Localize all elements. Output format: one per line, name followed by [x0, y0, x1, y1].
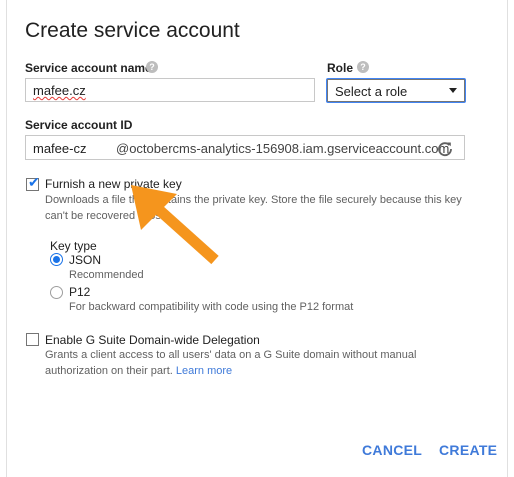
service-account-name-input[interactable]: mafee.cz [25, 78, 315, 102]
create-service-account-dialog: Create service account Service account n… [6, 0, 508, 477]
delegation-checkbox[interactable] [26, 333, 39, 346]
private-key-label[interactable]: Furnish a new private key [45, 177, 182, 191]
create-button[interactable]: CREATE [439, 442, 497, 458]
json-label[interactable]: JSON [69, 253, 101, 267]
dialog-title: Create service account [25, 19, 240, 42]
delegation-description-1: Grants a client access to all users' dat… [45, 349, 417, 361]
refresh-icon[interactable] [437, 141, 453, 157]
private-key-description-1: Downloads a file that contains the priva… [45, 194, 462, 206]
delegation-description-2-text: authorization on their part. [45, 365, 173, 377]
service-account-id-suffix: @octobercms-analytics-156908.iam.gservic… [116, 141, 450, 156]
service-account-id-value: mafee-cz [33, 141, 87, 156]
private-key-description-2: can't be recovered if lost. [45, 210, 167, 222]
key-type-label: Key type [50, 239, 97, 253]
check-icon: ✔ [28, 174, 40, 190]
p12-label[interactable]: P12 [69, 285, 90, 299]
private-key-checkbox[interactable]: ✔ [26, 174, 40, 191]
service-account-name-value: mafee.cz [33, 83, 86, 98]
p12-note: For backward compatibility with code usi… [69, 301, 354, 313]
p12-radio[interactable] [50, 286, 63, 299]
json-note: Recommended [69, 269, 144, 281]
service-account-id-label: Service account ID [25, 118, 133, 132]
help-icon[interactable]: ? [357, 61, 369, 73]
delegation-label[interactable]: Enable G Suite Domain-wide Delegation [45, 333, 260, 347]
role-select[interactable]: Select a role [327, 79, 465, 102]
service-account-name-label: Service account name [25, 61, 152, 75]
json-radio[interactable] [50, 253, 63, 266]
delegation-description-2: authorization on their part. Learn more [45, 363, 232, 379]
role-select-value: Select a role [335, 84, 408, 99]
chevron-down-icon [449, 88, 457, 93]
service-account-id-input[interactable]: mafee-cz @octobercms-analytics-156908.ia… [25, 135, 465, 160]
cancel-button[interactable]: CANCEL [362, 442, 422, 458]
learn-more-link[interactable]: Learn more [176, 365, 232, 377]
role-label: Role [327, 61, 354, 75]
help-icon[interactable]: ? [146, 61, 158, 73]
